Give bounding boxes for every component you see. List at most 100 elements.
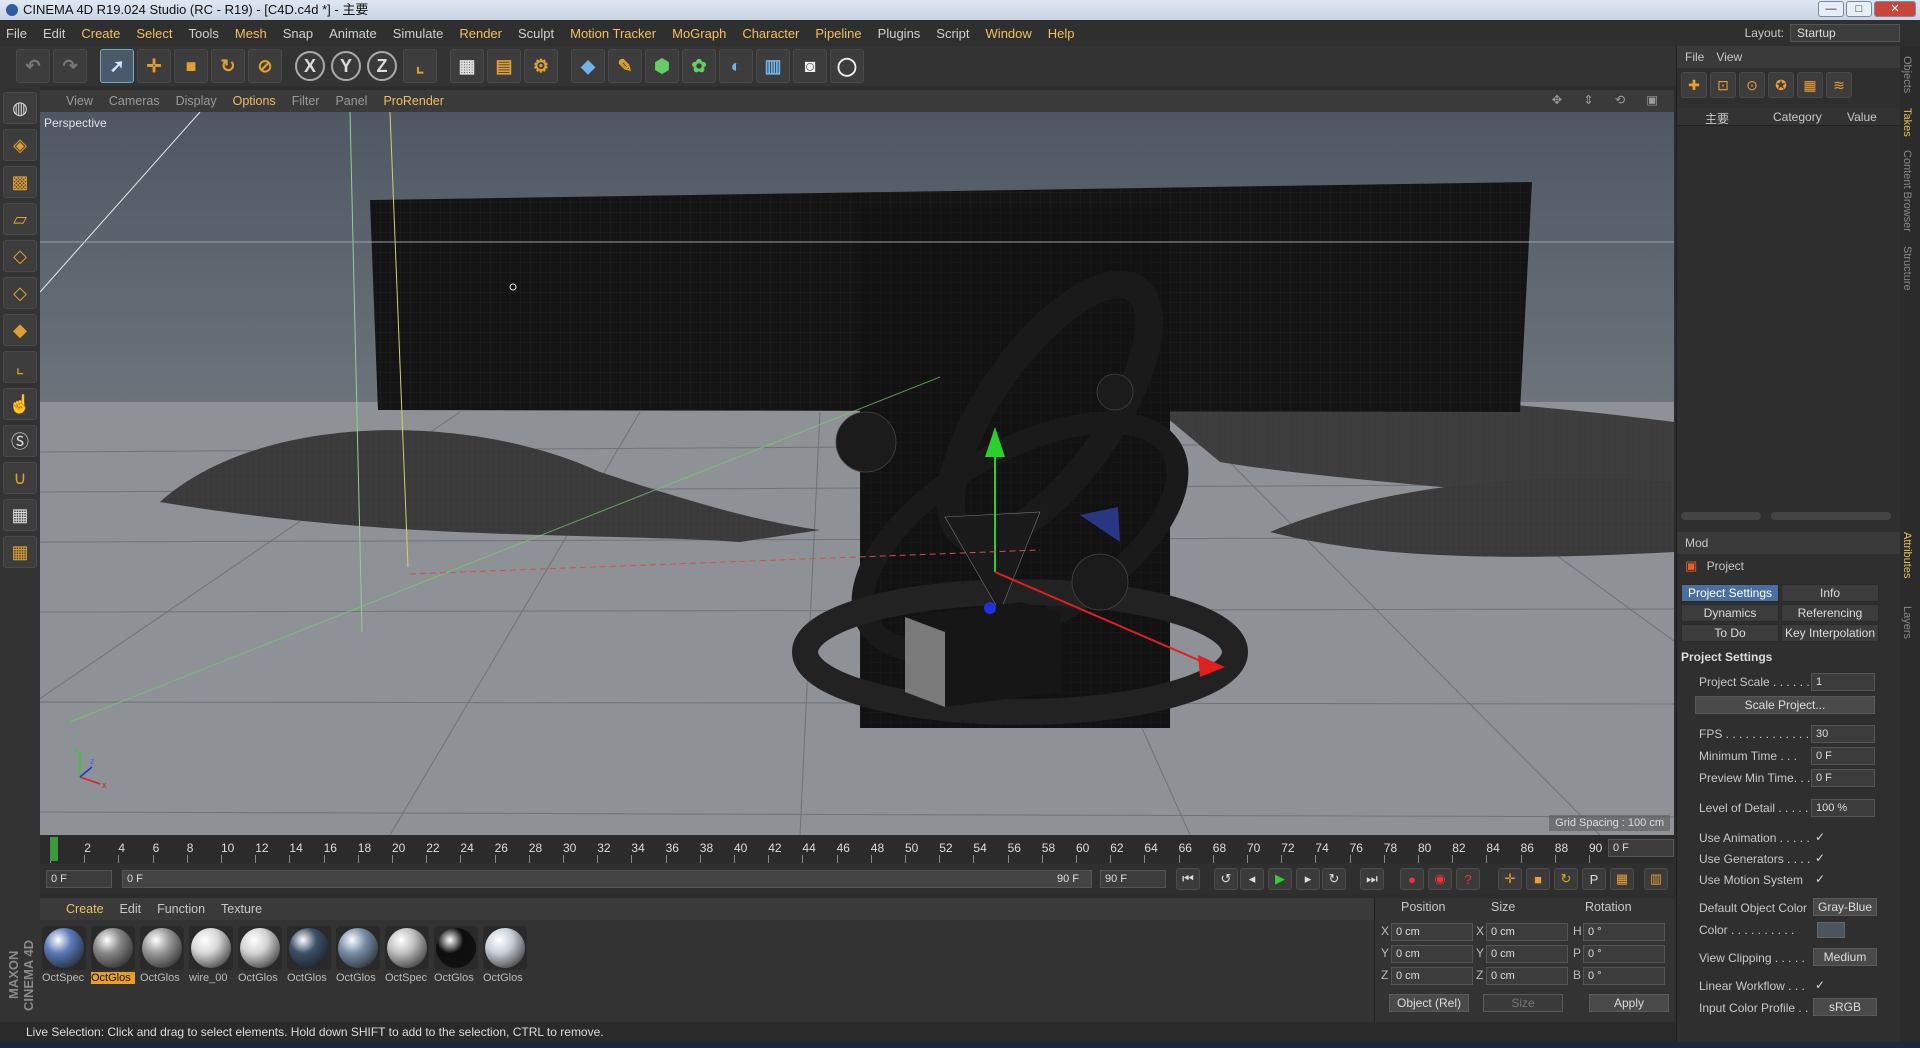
dolly-icon[interactable]: ⇕ [1583,92,1593,107]
render-view-icon[interactable]: ▦ [450,49,484,83]
live-selection-icon[interactable]: ➚ [100,49,134,83]
material-swatch[interactable]: OctGlos [483,926,527,996]
om-menu-view[interactable]: View [1716,50,1742,64]
mat-menu-function[interactable]: Function [157,902,205,916]
material-swatch[interactable]: OctGlos [140,926,184,996]
side-tab-layers[interactable]: Layers [1901,606,1913,639]
menu-file[interactable]: File [6,26,27,41]
menu-plugins[interactable]: Plugins [878,26,921,41]
polygons-mode-icon[interactable]: ◆ [3,314,37,346]
redo-icon[interactable]: ↷ [53,49,87,83]
input-profile-dropdown[interactable]: sRGB [1813,998,1877,1016]
side-tab-content-browser[interactable]: Content Browser [1901,150,1913,232]
rotation-b-field[interactable]: 0 ° [1583,967,1665,985]
vp-menu-display[interactable]: Display [176,94,217,108]
snap-icon[interactable]: Ⓢ [3,425,37,457]
3d-viewport[interactable]: x y z Perspective Grid Spacing : 100 cm [40,112,1674,835]
previous-key-icon[interactable]: ↺ [1214,868,1238,890]
array-icon[interactable]: ✿ [682,49,716,83]
minimize-button[interactable]: — [1818,1,1844,17]
bake-icon[interactable]: ≋ [1826,72,1852,98]
pan-icon[interactable]: ✥ [1552,92,1562,107]
mat-menu-create[interactable]: Create [66,902,104,916]
scale-icon[interactable]: ■ [174,49,208,83]
apply-button[interactable]: Apply [1589,994,1669,1012]
points-mode-icon[interactable]: ◇ [3,240,37,272]
side-tab-structure[interactable]: Structure [1901,246,1913,291]
go-to-end-icon[interactable]: ⏭ [1360,868,1384,890]
undo-icon[interactable]: ↶ [16,49,50,83]
mat-menu-texture[interactable]: Texture [221,902,262,916]
z-axis-icon[interactable]: Z [367,51,397,81]
side-tab-takes[interactable]: Takes [1901,108,1913,137]
recent-tool-icon[interactable]: ⊘ [248,49,282,83]
orbit-icon[interactable]: ⟲ [1615,92,1625,107]
menu-mesh[interactable]: Mesh [235,26,267,41]
key-rotation-icon[interactable]: ↻ [1554,868,1578,890]
material-swatch[interactable]: OctGlos [336,926,380,996]
deformer-icon[interactable]: ◐ [719,49,753,83]
frame-range-slider[interactable]: 0 F 90 F [122,870,1092,888]
tab-dynamics[interactable]: Dynamics [1681,604,1779,622]
autokey-icon[interactable]: ◉ [1428,868,1452,890]
tab-info[interactable]: Info [1781,584,1879,602]
previous-frame-icon[interactable]: ◂ [1240,868,1264,890]
next-key-icon[interactable]: ↻ [1322,868,1346,890]
floor-icon[interactable]: ▥ [756,49,790,83]
toggle-view-icon[interactable]: ▣ [1646,92,1658,107]
menu-character[interactable]: Character [742,26,799,41]
coord-mode-dropdown[interactable]: Object (Rel) [1389,994,1469,1012]
menu-edit[interactable]: Edit [43,26,65,41]
tab-key-interpolation[interactable]: Key Interpolation [1781,624,1879,642]
current-frame-field[interactable]: 0 F [1608,839,1674,857]
menu-snap[interactable]: Snap [283,26,313,41]
planar-workplane-icon[interactable]: ▦ [3,536,37,568]
cube-icon[interactable]: ◆ [571,49,605,83]
tweak-mode-icon[interactable]: ☝ [3,388,37,420]
timeline[interactable]: 0246810121416182022242628303234363840424… [40,835,1674,863]
menu-animate[interactable]: Animate [329,26,377,41]
go-to-start-icon[interactable]: ⏮ [1176,868,1200,890]
move-icon[interactable]: ✛ [137,49,171,83]
am-menu-mode[interactable]: Mod [1685,536,1708,550]
menu-mograph[interactable]: MoGraph [672,26,726,41]
camera-icon[interactable]: ◙ [793,49,827,83]
axis-mode-icon[interactable]: ⌞ [3,351,37,383]
material-swatch[interactable]: OctGlos [434,926,478,996]
material-swatch[interactable]: wire_00 [189,926,233,996]
material-swatch[interactable]: OctSpec [42,926,86,996]
play-icon[interactable]: ▶ [1268,868,1292,890]
next-frame-icon[interactable]: ▸ [1296,868,1320,890]
vp-menu-cameras[interactable]: Cameras [109,94,160,108]
coordinate-system-icon[interactable]: ⌞ [403,49,437,83]
mat-menu-edit[interactable]: Edit [120,902,142,916]
side-tab-attributes[interactable]: Attributes [1901,532,1913,578]
preview-min-field[interactable]: 0 F [1811,769,1875,787]
edit-render-settings-icon[interactable]: ⚙ [524,49,558,83]
close-button[interactable]: ✕ [1874,1,1916,17]
maximize-button[interactable]: □ [1846,1,1872,17]
key-position-icon[interactable]: ✛ [1498,868,1522,890]
vp-menu-panel[interactable]: Panel [335,94,367,108]
material-swatch[interactable]: OctSpec [385,926,429,996]
side-tab-objects[interactable]: Objects [1901,56,1913,93]
om-scrollbar-left[interactable] [1681,512,1761,520]
subdivision-icon[interactable]: ⬢ [645,49,679,83]
end-frame-field[interactable]: 90 F [1100,870,1166,888]
position-y-field[interactable]: 0 cm [1391,945,1473,963]
model-mode-icon[interactable]: ◈ [3,129,37,161]
material-swatch[interactable]: OctGlos [287,926,331,996]
start-frame-field[interactable]: 0 F [46,870,112,888]
xpresso-icon[interactable]: ⊙ [1739,72,1765,98]
octane-icon[interactable]: ✪ [1768,72,1794,98]
rotation-h-field[interactable]: 0 ° [1583,923,1665,941]
menu-help[interactable]: Help [1048,26,1075,41]
size-y-field[interactable]: 0 cm [1486,945,1568,963]
workplane-mode-icon[interactable]: ▱ [3,203,37,235]
key-pla-icon[interactable]: ▦ [1610,868,1634,890]
position-z-field[interactable]: 0 cm [1391,967,1473,985]
playhead[interactable] [50,837,58,861]
use-motion-checkbox[interactable]: ✓ [1815,872,1825,886]
vp-menu-view[interactable]: View [66,94,93,108]
menu-window[interactable]: Window [986,26,1032,41]
